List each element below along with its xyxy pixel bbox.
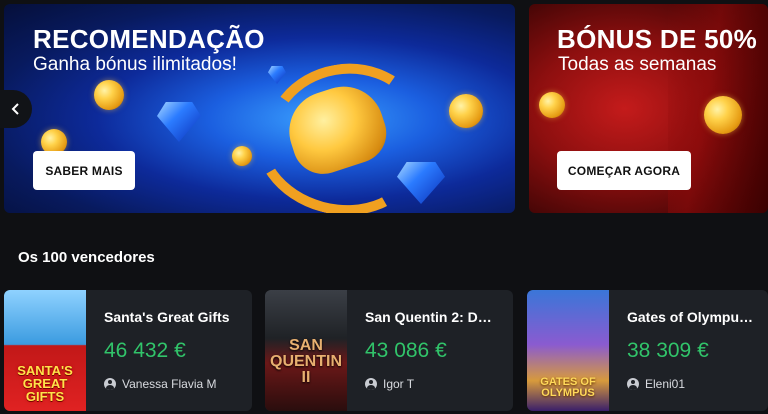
coin-image bbox=[449, 94, 483, 128]
game-name[interactable]: Santa's Great Gifts bbox=[104, 309, 252, 325]
diamond-image bbox=[268, 66, 286, 84]
game-name[interactable]: San Quentin 2: Death Row bbox=[365, 309, 513, 325]
coin-image bbox=[704, 96, 742, 134]
winner-info: Gates of Olympus Super Scatter 38 309 € … bbox=[609, 290, 768, 411]
promo-banner-recommendation[interactable]: RECOMENDAÇÃO Ganha bónus ilimitados! SAB… bbox=[4, 4, 515, 213]
thumbnail-logo: SAN QUENTIN II bbox=[270, 337, 342, 386]
diamond-image bbox=[397, 162, 445, 204]
user-icon bbox=[365, 378, 377, 390]
game-thumbnail[interactable]: GATES OF OLYMPUS bbox=[527, 290, 609, 411]
banner-subtitle: Ganha bónus ilimitados! bbox=[33, 54, 237, 75]
win-amount: 38 309 € bbox=[627, 339, 709, 362]
game-name[interactable]: Gates of Olympus Super Scatter bbox=[627, 309, 768, 325]
player-row: Eleni01 bbox=[627, 377, 768, 391]
coin-image bbox=[94, 80, 124, 110]
player-row: Vanessa Flavia M bbox=[104, 377, 252, 391]
coin-image bbox=[232, 146, 252, 166]
thumbnail-logo: SANTA'S GREAT GIFTS bbox=[17, 363, 73, 404]
winner-card[interactable]: SANTA'S GREAT GIFTS Santa's Great Gifts … bbox=[4, 290, 252, 411]
banner-title: BÓNUS DE 50% bbox=[557, 24, 758, 54]
player-row: Igor T bbox=[365, 377, 513, 391]
game-thumbnail[interactable]: SANTA'S GREAT GIFTS bbox=[4, 290, 86, 411]
game-thumbnail[interactable]: SAN QUENTIN II bbox=[265, 290, 347, 411]
chevron-left-icon bbox=[11, 103, 19, 115]
winners-heading: Os 100 vencedores bbox=[18, 249, 155, 266]
banner-title: RECOMENDAÇÃO bbox=[33, 24, 265, 54]
win-amount: 43 086 € bbox=[365, 339, 447, 362]
player-name: Eleni01 bbox=[645, 377, 686, 391]
promo-banner-weekly-bonus[interactable]: BÓNUS DE 50% Todas as semanas COMEÇAR AG… bbox=[529, 4, 768, 213]
winner-card[interactable]: SAN QUENTIN II San Quentin 2: Death Row … bbox=[265, 290, 513, 411]
winner-card[interactable]: GATES OF OLYMPUS Gates of Olympus Super … bbox=[527, 290, 768, 411]
diamond-image bbox=[157, 102, 201, 142]
user-icon bbox=[104, 378, 116, 390]
thumbnail-logo: GATES OF OLYMPUS bbox=[540, 376, 596, 399]
casino-home: RECOMENDAÇÃO Ganha bónus ilimitados! SAB… bbox=[0, 0, 768, 414]
start-now-button[interactable]: COMEÇAR AGORA bbox=[557, 151, 691, 190]
coin-image bbox=[539, 92, 565, 118]
winner-info: San Quentin 2: Death Row 43 086 € Igor T bbox=[347, 290, 513, 411]
win-amount: 46 432 € bbox=[104, 339, 186, 362]
winner-info: Santa's Great Gifts 46 432 € Vanessa Fla… bbox=[86, 290, 252, 411]
banner-subtitle: Todas as semanas bbox=[558, 54, 717, 75]
player-name: Vanessa Flavia M bbox=[122, 377, 217, 391]
learn-more-button[interactable]: SABER MAIS bbox=[33, 151, 135, 190]
player-name: Igor T bbox=[383, 377, 415, 391]
user-icon bbox=[627, 378, 639, 390]
